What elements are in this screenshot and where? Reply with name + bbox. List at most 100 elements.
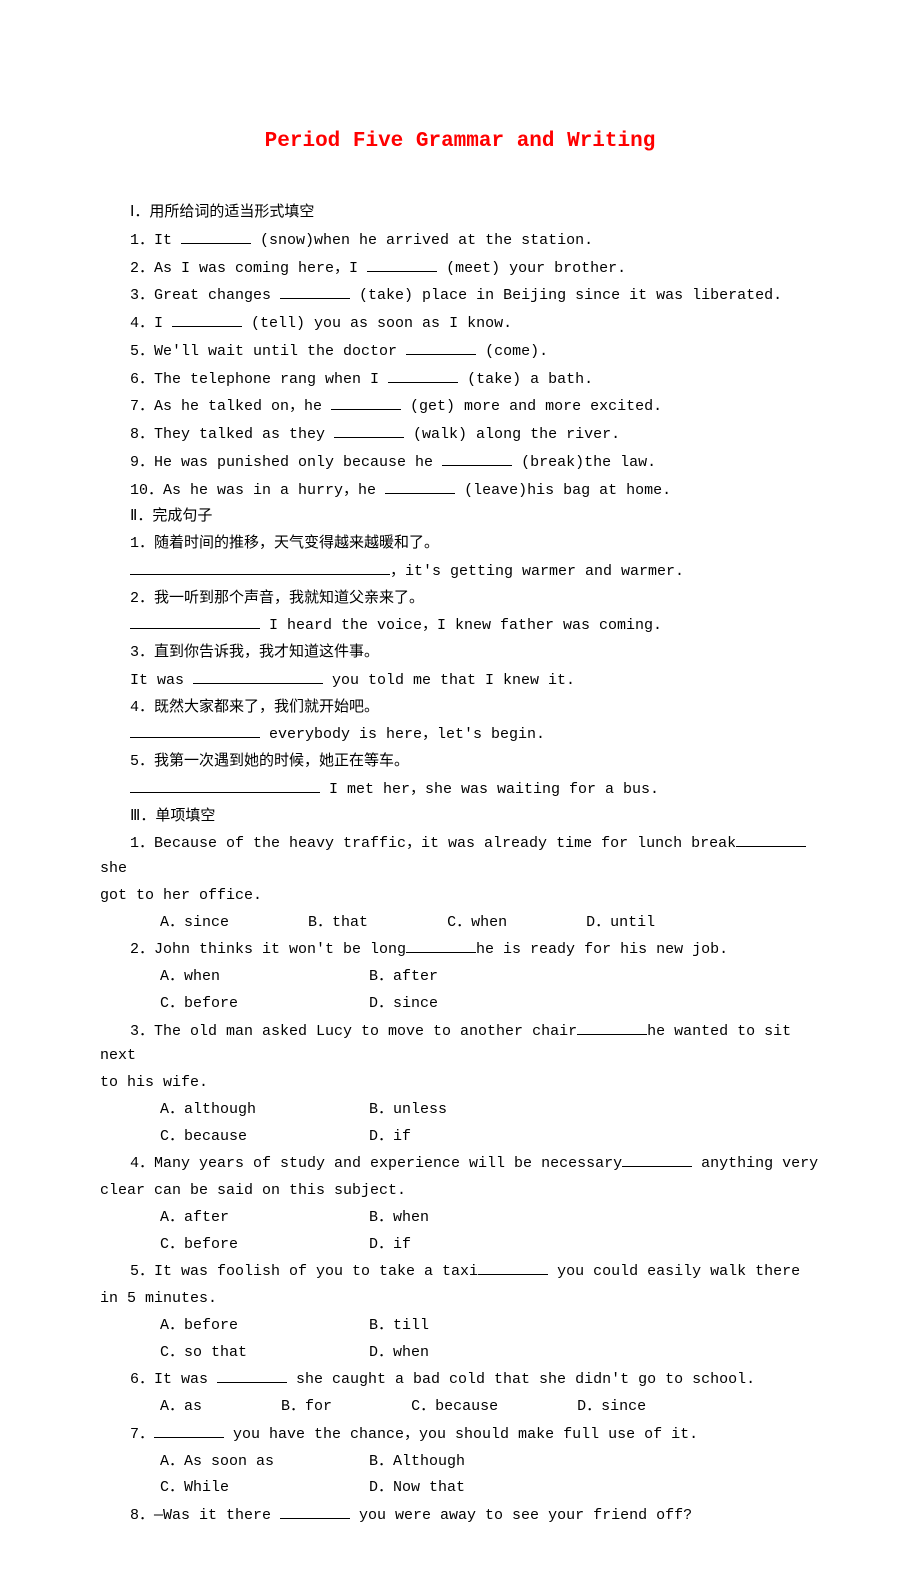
option-c[interactable]: C．when [417,911,507,936]
blank-input[interactable] [736,831,806,847]
option-c[interactable]: C．because [381,1395,498,1420]
option-a[interactable]: A．as [130,1395,202,1420]
s3-q3-options-row1: A．although B．unless [100,1098,820,1123]
blank-input[interactable] [172,311,242,327]
item-number: 7． [130,398,154,415]
s1-item-6: 6．The telephone rang when I (take) a bat… [100,367,820,393]
item-post: (snow)when he arrived at the station. [251,232,593,249]
q2-pre: 2．John thinks it won't be long [130,941,406,958]
option-d[interactable]: D．since [339,992,539,1017]
q2-post: he is ready for his new job. [476,941,728,958]
option-c[interactable]: C．While [130,1476,330,1501]
option-c[interactable]: C．because [130,1125,330,1150]
s1-item-5: 5．We'll wait until the doctor (come). [100,339,820,365]
item-number: 8． [130,426,154,443]
item-pre: Great changes [154,287,280,304]
q4-pre: 4．Many years of study and experience wil… [100,1152,622,1177]
option-a[interactable]: A．since [130,911,229,936]
item-number: 6． [130,371,154,388]
blank-input[interactable] [334,422,404,438]
option-d[interactable]: D．since [547,1395,646,1420]
q5-pre: 5．It was foolish of you to take a taxi [100,1260,478,1285]
blank-input[interactable] [622,1151,692,1167]
option-b[interactable]: B．when [339,1206,539,1231]
blank-input[interactable] [217,1367,287,1383]
s2-item-3-en: It was you told me that I knew it. [100,668,820,694]
option-b[interactable]: B．for [251,1395,332,1420]
option-a[interactable]: A．when [130,965,330,990]
blank-input[interactable] [280,1503,350,1519]
option-d[interactable]: D．if [339,1233,539,1258]
q5-post: you could easily walk there [548,1263,800,1280]
option-b[interactable]: B．till [339,1314,539,1339]
blank-input[interactable] [478,1259,548,1275]
s3-q4: 4．Many years of study and experience wil… [100,1151,820,1177]
option-d[interactable]: D．until [556,911,655,936]
option-a[interactable]: A．before [130,1314,330,1339]
section-2-header: Ⅱ．完成句子 [100,505,820,530]
option-a[interactable]: A．after [130,1206,330,1231]
option-d[interactable]: D．Now that [339,1476,539,1501]
s3-q7: 7． you have the chance，you should make f… [100,1422,820,1448]
blank-input[interactable] [367,256,437,272]
item-cn: 我一听到那个声音，我就知道父亲来了。 [154,590,424,607]
item-tail: ，it's getting warmer and warmer. [390,563,684,580]
item-post: (walk) along the river. [404,426,620,443]
blank-input[interactable] [154,1422,224,1438]
blank-input[interactable] [280,283,350,299]
q1-pre: 1．Because of the heavy traffic，it was al… [100,832,736,857]
blank-input[interactable] [130,559,390,575]
s1-item-8: 8．They talked as they (walk) along the r… [100,422,820,448]
item-pre: As he talked on，he [154,398,331,415]
option-a[interactable]: A．As soon as [130,1450,330,1475]
item-tail: I heard the voice，I knew father was comi… [260,617,662,634]
blank-input[interactable] [577,1019,647,1035]
blank-input[interactable] [130,777,320,793]
blank-input[interactable] [331,394,401,410]
s3-q7-options-row1: A．As soon as B．Although [100,1450,820,1475]
item-post: (take) a bath. [458,371,593,388]
s1-item-10: 10．As he was in a hurry，he (leave)his ba… [100,478,820,504]
option-b[interactable]: B．after [339,965,539,990]
s3-q4-options-row1: A．after B．when [100,1206,820,1231]
blank-input[interactable] [406,937,476,953]
blank-input[interactable] [388,367,458,383]
s3-q5-cont: in 5 minutes. [100,1287,820,1312]
q7-post: you have the chance，you should make full… [224,1426,698,1443]
s2-item-4-cn: 4．既然大家都来了，我们就开始吧。 [100,696,820,721]
s3-q1-options: A．since B．that C．when D．until [100,911,820,936]
item-pre: As I was coming here，I [154,260,367,277]
blank-input[interactable] [130,613,260,629]
blank-input[interactable] [193,668,323,684]
blank-input[interactable] [181,228,251,244]
option-d[interactable]: D．if [339,1125,539,1150]
option-b[interactable]: B．unless [339,1098,539,1123]
option-a[interactable]: A．although [130,1098,330,1123]
s2-item-5-cn: 5．我第一次遇到她的时候，她正在等车。 [100,750,820,775]
item-number: 2． [130,260,154,277]
item-tail: you told me that I knew it. [323,672,575,689]
q6-post: she caught a bad cold that she didn't go… [287,1371,755,1388]
blank-input[interactable] [385,478,455,494]
option-b[interactable]: B．Although [339,1450,539,1475]
blank-input[interactable] [442,450,512,466]
option-c[interactable]: C．before [130,1233,330,1258]
item-number: 1． [130,232,154,249]
option-c[interactable]: C．so that [130,1341,330,1366]
blank-input[interactable] [406,339,476,355]
q8-post: you were away to see your friend off? [350,1507,692,1524]
s2-item-4-en: everybody is here，let's begin. [100,722,820,748]
item-number: 3． [130,287,154,304]
item-number: 5． [130,753,154,770]
s3-q4-cont: clear can be said on this subject. [100,1179,820,1204]
s3-q5-options-row2: C．so that D．when [100,1341,820,1366]
option-c[interactable]: C．before [130,992,330,1017]
s3-q3-options-row2: C．because D．if [100,1125,820,1150]
option-b[interactable]: B．that [278,911,368,936]
option-d[interactable]: D．when [339,1341,539,1366]
blank-input[interactable] [130,722,260,738]
item-post: (break)the law. [512,454,656,471]
s2-item-1-cn: 1．随着时间的推移，天气变得越来越暖和了。 [100,532,820,557]
item-pre: The telephone rang when I [154,371,388,388]
item-pre: They talked as they [154,426,334,443]
